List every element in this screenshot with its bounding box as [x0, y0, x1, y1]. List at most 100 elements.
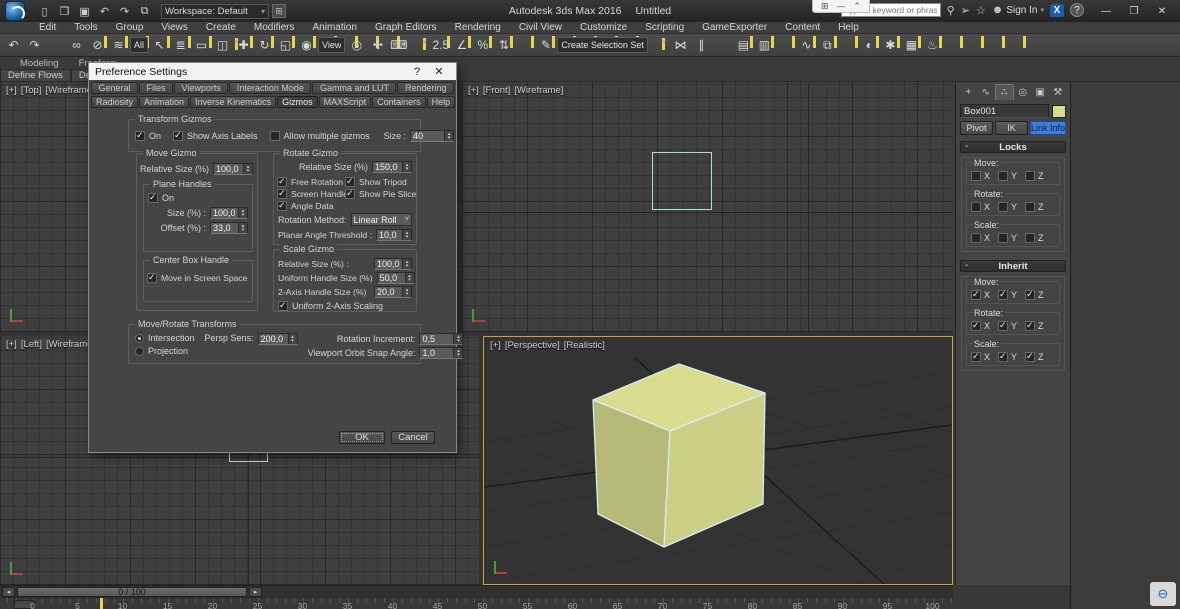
dialog-tab[interactable]: Gamma and LUT — [312, 82, 396, 94]
collapse-icon[interactable]: - — [965, 261, 968, 271]
checkbox[interactable] — [345, 177, 355, 187]
toolbar-button[interactable]: ◱ — [276, 36, 295, 55]
locks-rollout-header[interactable]: - Locks — [960, 141, 1066, 153]
maximize-button[interactable]: ❐ — [1120, 1, 1148, 21]
axis-checkbox[interactable]: X — [971, 321, 990, 331]
command-panel-tab[interactable]: ◎ — [1015, 84, 1032, 100]
axis-checkbox[interactable]: Z — [1025, 171, 1044, 181]
viewport-name[interactable]: [Front] — [483, 85, 510, 96]
toolbar-button[interactable]: ∞ — [67, 36, 86, 55]
spinner[interactable]: ▴▾ — [444, 131, 453, 141]
expand-icon[interactable]: ⌃ — [854, 1, 862, 11]
toolbar-button[interactable]: ⧉ — [818, 36, 837, 55]
dialog-tab[interactable]: Gizmos — [277, 96, 318, 108]
show-axis-labels-checkbox-row[interactable]: Show Axis Labels — [173, 131, 258, 141]
spinner[interactable]: ▴▾ — [402, 259, 411, 269]
scale-value-field[interactable]: 100,0▴▾ — [374, 258, 412, 270]
menu-item[interactable]: Content — [776, 22, 829, 34]
checkbox[interactable] — [971, 290, 981, 300]
rotate-relative-size-field[interactable]: 150,0▴▾ — [372, 161, 412, 173]
checkbox[interactable] — [147, 273, 157, 283]
checkbox[interactable] — [1025, 352, 1035, 362]
axis-checkbox[interactable]: Y — [998, 233, 1017, 243]
viewport-menu-plus[interactable]: [+] — [490, 340, 501, 351]
spinner[interactable]: ▴▾ — [402, 230, 411, 240]
quick-access-button[interactable]: ▯ — [36, 3, 53, 19]
checkbox[interactable] — [1025, 233, 1035, 243]
toolbar-button[interactable] — [46, 36, 65, 55]
dialog-tab[interactable]: Interaction Mode — [229, 82, 311, 94]
spinner[interactable]: ▴▾ — [402, 162, 411, 172]
toolbar-button[interactable]: ▤ — [734, 36, 753, 55]
checkbox[interactable] — [270, 131, 280, 141]
viewport-menu-plus[interactable]: [+] — [468, 85, 479, 96]
toolbar-button[interactable]: ♨ — [923, 36, 942, 55]
toolbar-button[interactable] — [410, 36, 429, 55]
toolbar-button[interactable]: ▥ — [755, 36, 774, 55]
on-checkbox-row[interactable]: On — [135, 131, 161, 141]
object-color-swatch[interactable] — [1052, 105, 1066, 118]
previous-frame-button[interactable]: ◂ — [2, 587, 15, 597]
cancel-button[interactable]: Cancel — [391, 431, 435, 444]
spinner[interactable]: ▴▾ — [453, 348, 462, 358]
checkbox[interactable] — [971, 321, 981, 331]
plane-offset-field[interactable]: 33,0▴▾ — [210, 222, 248, 234]
dialog-tab[interactable]: Containers — [372, 96, 426, 108]
command-panel-tab[interactable]: + — [960, 84, 977, 100]
screen-share-overlay-icon[interactable]: ⊖ — [1150, 582, 1176, 606]
rotation-increment-field[interactable]: 0,5▴▾ — [419, 333, 463, 345]
dialog-tab[interactable]: Rendering — [397, 82, 454, 94]
toolbar-button[interactable]: 2.5 — [431, 36, 450, 55]
toolbar-button[interactable]: ↷ — [25, 36, 44, 55]
menu-item[interactable]: Civil View — [510, 22, 571, 34]
checkbox[interactable] — [173, 131, 183, 141]
define-flows-button[interactable]: Define Flows — [0, 69, 71, 82]
menu-item[interactable]: Rendering — [446, 22, 510, 34]
spinner[interactable]: ▴▾ — [402, 287, 411, 297]
rotate-option-checkbox-row[interactable]: Show Tripod — [345, 177, 413, 187]
track-bar[interactable]: 0510152025303540455055606570758085909510… — [0, 597, 953, 609]
toolbar-button[interactable]: ✱ — [881, 36, 900, 55]
spinner[interactable]: ▴▾ — [238, 208, 247, 218]
move-in-screen-space-checkbox-row[interactable]: Move in Screen Space — [147, 273, 247, 283]
autodesk-exchange-button[interactable]: X — [1050, 4, 1064, 17]
infocenter-icon[interactable]: ➢ — [961, 4, 970, 17]
checkbox[interactable] — [998, 202, 1008, 212]
checkbox[interactable] — [277, 201, 287, 211]
next-frame-button[interactable]: ▸ — [249, 587, 262, 597]
checkbox[interactable] — [998, 290, 1008, 300]
menu-item[interactable]: Tools — [65, 22, 106, 34]
toolbar-button[interactable]: ≣ — [171, 36, 190, 55]
inherit-rollout-header[interactable]: - Inherit — [960, 260, 1066, 272]
rotate-option-checkbox-row[interactable]: Show Pie Slice — [345, 189, 413, 199]
viewport-name[interactable]: [Perspective] — [505, 340, 560, 351]
dialog-tab[interactable]: General — [91, 82, 138, 94]
menu-item[interactable]: Graph Editors — [366, 22, 446, 34]
workspace-selector[interactable]: Workspace: Default ▾ — [161, 4, 269, 19]
toolbar-button[interactable]: ⋈ — [671, 36, 690, 55]
toolbar-button[interactable]: ◎ — [347, 36, 366, 55]
menu-item[interactable]: GameExporter — [693, 22, 776, 34]
toolbar-button[interactable]: All ▾ — [130, 37, 148, 53]
spinner[interactable]: ▴▾ — [243, 164, 252, 174]
checkbox[interactable] — [278, 301, 288, 311]
dialog-tab[interactable]: Inverse Kinematics — [190, 96, 276, 108]
toolbar-button[interactable] — [515, 36, 534, 55]
menu-item[interactable]: Edit — [30, 22, 65, 34]
collapse-icon[interactable]: - — [965, 142, 968, 152]
checkbox[interactable] — [345, 189, 355, 199]
axis-checkbox[interactable]: Z — [1025, 202, 1044, 212]
axis-checkbox[interactable]: Z — [1025, 321, 1044, 331]
move-relative-size-field[interactable]: 100,0▴▾ — [213, 163, 253, 175]
persp-sens-field[interactable]: 200,0▴▾ — [258, 333, 298, 345]
axis-checkbox[interactable]: X — [971, 290, 990, 300]
toolbar-button[interactable]: ◉ — [297, 36, 316, 55]
axis-checkbox[interactable]: Z — [1025, 233, 1044, 243]
axis-checkbox[interactable]: X — [971, 352, 990, 362]
toolbar-button[interactable]: ⌨ — [389, 36, 408, 55]
toolbar-button[interactable]: ⊘ — [88, 36, 107, 55]
command-panel-tab[interactable]: ∴ — [995, 84, 1014, 100]
toolbar-button[interactable]: ✎ — [536, 36, 555, 55]
toolbar-button[interactable]: ↻ — [255, 36, 274, 55]
viewport-shading[interactable]: [Realistic] — [564, 340, 605, 351]
